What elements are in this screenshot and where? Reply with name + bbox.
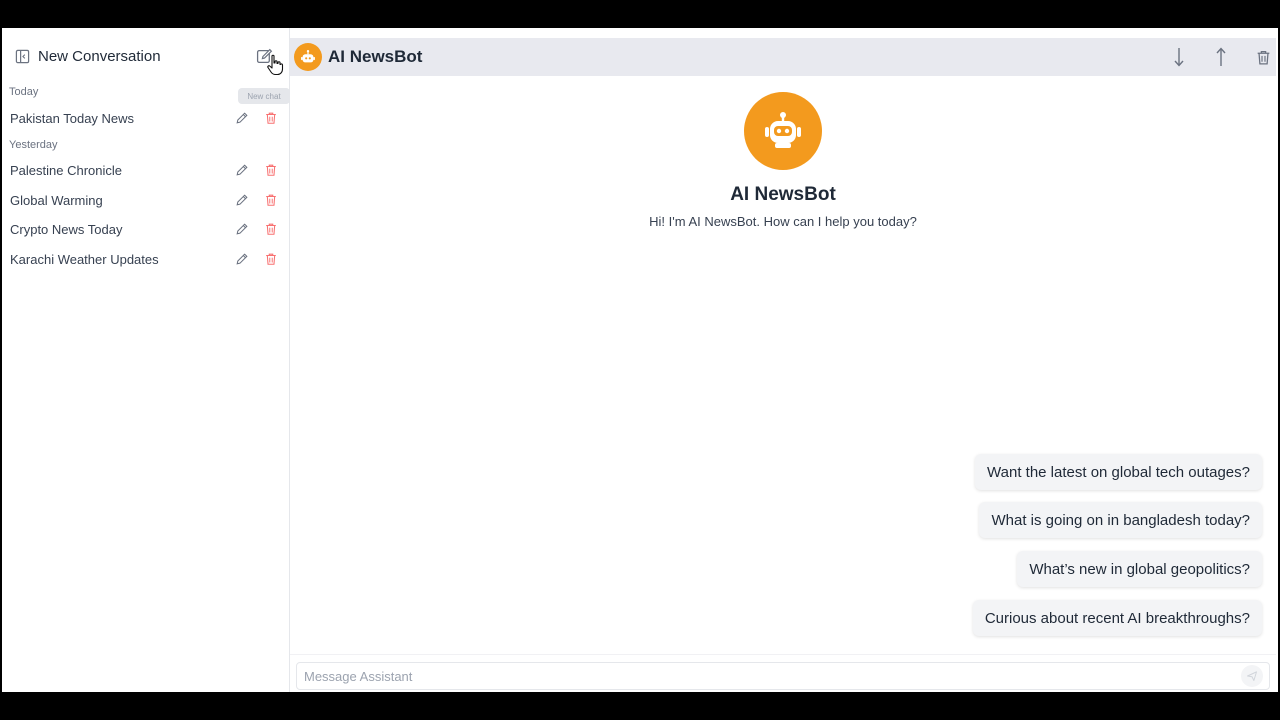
- pencil-icon[interactable]: [234, 162, 249, 177]
- suggestion-chip[interactable]: Want the latest on global tech outages?: [975, 454, 1262, 490]
- new-chat-icon[interactable]: [256, 48, 274, 66]
- sidebar-toggle-icon[interactable]: [12, 46, 32, 66]
- pencil-icon[interactable]: [234, 221, 249, 236]
- pencil-icon[interactable]: [234, 110, 249, 125]
- arrow-up-icon[interactable]: [1212, 46, 1230, 68]
- composer-divider: [290, 654, 1276, 655]
- suggestion-chip[interactable]: What’s new in global geopolitics?: [1017, 551, 1262, 587]
- sidebar-title: New Conversation: [38, 47, 161, 65]
- conversation-item[interactable]: Palestine Chronicle: [2, 157, 290, 183]
- message-input[interactable]: [297, 668, 1241, 684]
- trash-icon[interactable]: [263, 251, 278, 266]
- conversation-item[interactable]: Karachi Weather Updates: [2, 246, 290, 272]
- new-chat-tooltip: New chat: [238, 88, 290, 104]
- trash-icon[interactable]: [1254, 46, 1272, 68]
- hero-subtitle: Hi! I'm AI NewsBot. How can I help you t…: [649, 214, 917, 229]
- conversation-item[interactable]: Pakistan Today News: [2, 105, 290, 131]
- sidebar: New Conversation New chat Today Pakistan…: [2, 28, 290, 692]
- arrow-down-icon[interactable]: [1170, 46, 1188, 68]
- send-icon[interactable]: [1241, 665, 1263, 687]
- conversation-item[interactable]: Global Warming: [2, 187, 290, 213]
- group-label-today: Today: [9, 86, 39, 98]
- robot-avatar-icon: [744, 92, 822, 170]
- trash-icon[interactable]: [263, 162, 278, 177]
- welcome-hero: AI NewsBot Hi! I'm AI NewsBot. How can I…: [290, 92, 1276, 229]
- trash-icon[interactable]: [263, 110, 278, 125]
- trash-icon[interactable]: [263, 192, 278, 207]
- pencil-icon[interactable]: [234, 251, 249, 266]
- pencil-icon[interactable]: [234, 192, 249, 207]
- group-label-yesterday: Yesterday: [9, 139, 58, 151]
- chat-header: AI NewsBot: [290, 38, 1276, 76]
- trash-icon[interactable]: [263, 221, 278, 236]
- suggestion-chip[interactable]: What is going on in bangladesh today?: [979, 502, 1262, 538]
- chat-main: AI NewsBot AI NewsBot Hi! I'm AI NewsBot…: [290, 28, 1278, 692]
- suggestion-chip[interactable]: Curious about recent AI breakthroughs?: [972, 600, 1262, 636]
- bot-avatar-icon: [294, 43, 322, 71]
- sidebar-header: New Conversation: [2, 28, 289, 84]
- chat-header-actions: [1146, 38, 1276, 76]
- chat-header-title: AI NewsBot: [328, 47, 423, 66]
- conversation-item[interactable]: Crypto News Today: [2, 216, 290, 242]
- hero-title: AI NewsBot: [730, 184, 836, 205]
- app-window: New Conversation New chat Today Pakistan…: [2, 28, 1278, 692]
- message-composer: [296, 662, 1270, 690]
